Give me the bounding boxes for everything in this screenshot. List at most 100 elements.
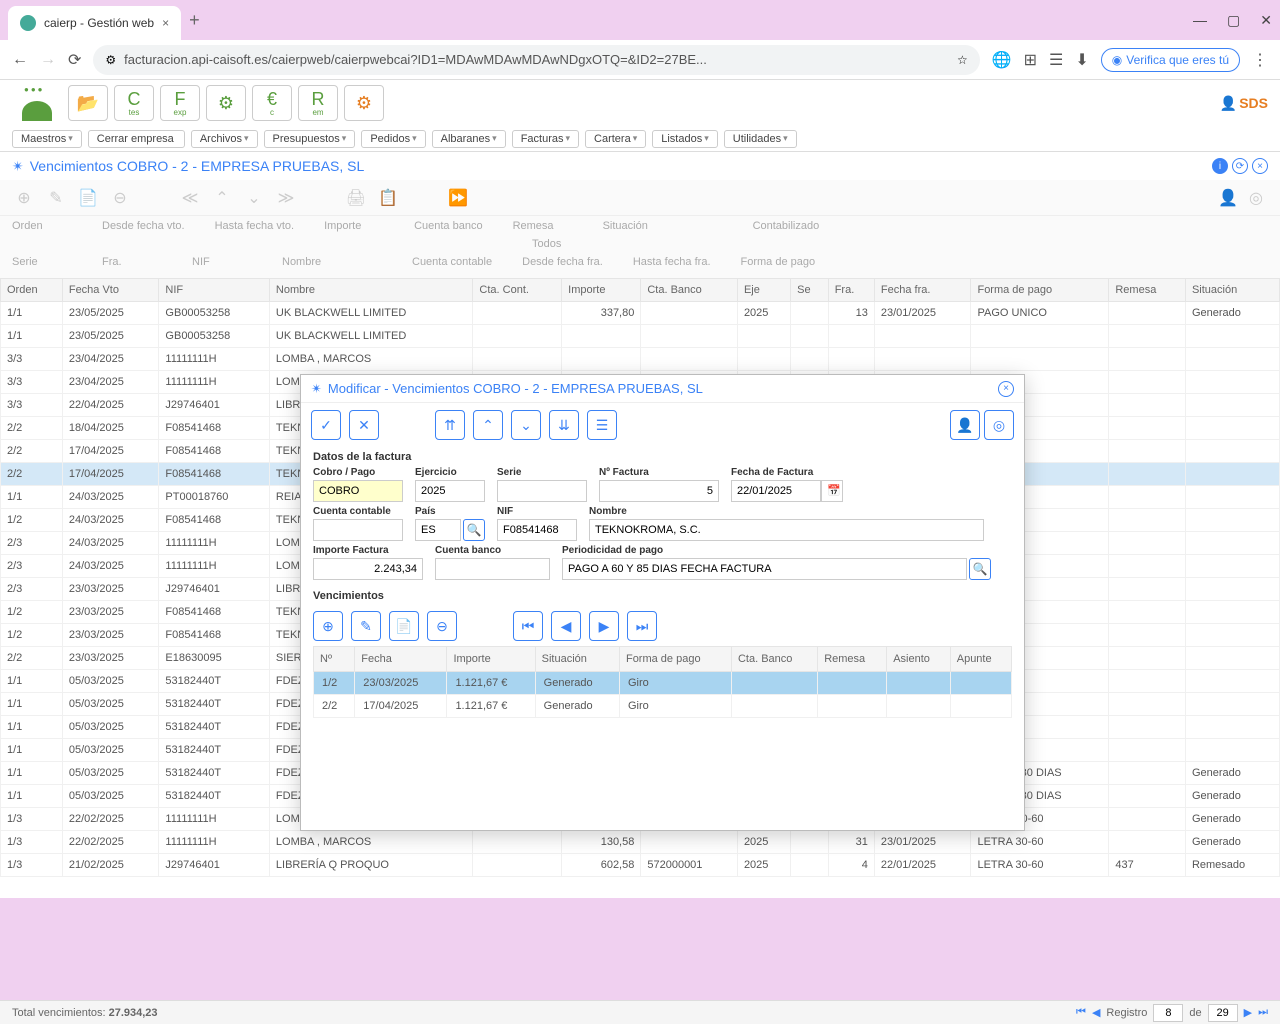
column-header[interactable]: Nombre xyxy=(269,279,473,302)
star-icon[interactable]: ☆ xyxy=(957,53,968,67)
n-factura-field[interactable] xyxy=(599,480,719,502)
column-header[interactable]: Apunte xyxy=(950,647,1011,672)
pais-field[interactable] xyxy=(415,519,461,541)
page-last-icon[interactable]: ⏭ xyxy=(1258,1006,1268,1019)
browser-tab[interactable]: caierp - Gestión web × xyxy=(8,6,181,40)
extensions-icon[interactable]: ⊞ xyxy=(1024,50,1037,70)
column-header[interactable]: Importe xyxy=(562,279,641,302)
search-pais-icon[interactable]: 🔍 xyxy=(463,519,485,541)
toolbar-button[interactable]: ⚙ xyxy=(344,85,384,121)
last-vto-button[interactable]: ⏭ xyxy=(627,611,657,641)
page-prev-icon[interactable]: ◀ xyxy=(1092,1006,1100,1019)
menu-listados[interactable]: Listados xyxy=(652,130,718,148)
toolbar-button[interactable]: Rem xyxy=(298,85,338,121)
column-header[interactable]: Remesa xyxy=(818,647,887,672)
sds-modal-icon[interactable]: ◎ xyxy=(984,410,1014,440)
maximize-icon[interactable]: ▢ xyxy=(1227,12,1240,29)
table-row[interactable]: 1/322/02/202511111111HLOMBA , MARCOS130,… xyxy=(1,831,1280,854)
cuenta-contable-field[interactable] xyxy=(313,519,403,541)
user-modal-icon[interactable]: 👤 xyxy=(950,410,980,440)
column-header[interactable]: Situación xyxy=(535,647,619,672)
column-header[interactable]: Importe xyxy=(447,647,535,672)
equalizer-icon[interactable]: ☰ xyxy=(1049,50,1063,70)
toolbar-button[interactable]: ⚙ xyxy=(206,85,246,121)
table-row[interactable]: 1/123/05/2025GB00053258UK BLACKWELL LIMI… xyxy=(1,325,1280,348)
prev-button[interactable]: ⌃ xyxy=(473,410,503,440)
table-row[interactable]: 2/217/04/20251.121,67 €GeneradoGiro xyxy=(314,695,1012,718)
site-settings-icon[interactable]: ⚙ xyxy=(105,53,116,67)
delete-vto-button[interactable]: ⊖ xyxy=(427,611,457,641)
export-icon[interactable]: 📋 xyxy=(376,186,400,210)
first-icon[interactable]: ≪ xyxy=(178,186,202,210)
edit-vto-button[interactable]: ✎ xyxy=(351,611,381,641)
calendar-icon[interactable]: 📅 xyxy=(821,480,843,502)
column-header[interactable]: Fra. xyxy=(828,279,874,302)
user-icon[interactable]: 👤 xyxy=(1216,186,1240,210)
cancel-button[interactable]: ✕ xyxy=(349,410,379,440)
sds-button[interactable]: 👤SDS xyxy=(1220,95,1268,112)
record-current[interactable] xyxy=(1153,1004,1183,1022)
column-header[interactable]: Nº xyxy=(314,647,355,672)
menu-facturas[interactable]: Facturas xyxy=(512,130,579,148)
column-header[interactable]: Fecha Vto xyxy=(62,279,159,302)
next-vto-button[interactable]: ▶ xyxy=(589,611,619,641)
print-icon[interactable]: 🖨 xyxy=(344,186,368,210)
toolbar-button[interactable]: Fexp xyxy=(160,85,200,121)
cuenta-banco-field[interactable] xyxy=(435,558,550,580)
back-icon[interactable]: ← xyxy=(12,51,28,69)
menu-cartera[interactable]: Cartera xyxy=(585,130,646,148)
first-vto-button[interactable]: ⏮ xyxy=(513,611,543,641)
table-row[interactable]: 1/123/05/2025GB00053258UK BLACKWELL LIMI… xyxy=(1,302,1280,325)
table-row[interactable]: 3/323/04/202511111111HLOMBA , MARCOS xyxy=(1,348,1280,371)
column-header[interactable]: Asiento xyxy=(887,647,951,672)
serie-field[interactable] xyxy=(497,480,587,502)
column-header[interactable]: Remesa xyxy=(1109,279,1186,302)
column-header[interactable]: Orden xyxy=(1,279,63,302)
column-header[interactable]: Forma de pago xyxy=(971,279,1109,302)
column-header[interactable]: Se xyxy=(791,279,829,302)
importe-field[interactable] xyxy=(313,558,423,580)
column-header[interactable]: Cta. Cont. xyxy=(473,279,562,302)
app-logo[interactable] xyxy=(12,85,62,121)
column-header[interactable]: Cta. Banco xyxy=(641,279,738,302)
last-icon[interactable]: ≫ xyxy=(274,186,298,210)
delete-icon[interactable]: ⊖ xyxy=(108,186,132,210)
menu-cerrar empresa[interactable]: Cerrar empresa xyxy=(88,130,185,148)
search-periodicidad-icon[interactable]: 🔍 xyxy=(969,558,991,580)
prev-vto-button[interactable]: ◀ xyxy=(551,611,581,641)
table-row[interactable]: 1/321/02/2025J29746401LIBRERÍA Q PROQUO6… xyxy=(1,854,1280,877)
new-tab-button[interactable]: + xyxy=(189,10,200,31)
refresh-button[interactable]: ⟳ xyxy=(1232,158,1248,174)
page-next-icon[interactable]: ▶ xyxy=(1244,1006,1252,1019)
ejercicio-field[interactable] xyxy=(415,480,485,502)
list-button[interactable]: ☰ xyxy=(587,410,617,440)
menu-maestros[interactable]: Maestros xyxy=(12,130,82,148)
confirm-button[interactable]: ✓ xyxy=(311,410,341,440)
help-button[interactable]: i xyxy=(1212,158,1228,174)
close-button[interactable]: × xyxy=(1252,158,1268,174)
toolbar-button[interactable]: €c xyxy=(252,85,292,121)
menu-utilidades[interactable]: Utilidades xyxy=(724,130,797,148)
modal-close-icon[interactable]: × xyxy=(998,381,1014,397)
table-row[interactable]: 1/223/03/20251.121,67 €GeneradoGiro xyxy=(314,672,1012,695)
column-header[interactable]: Fecha fra. xyxy=(874,279,971,302)
toolbar-button[interactable]: 📂 xyxy=(68,85,108,121)
add-vto-button[interactable]: ⊕ xyxy=(313,611,343,641)
globe-icon[interactable]: 🌐 xyxy=(992,50,1012,70)
nombre-field[interactable] xyxy=(589,519,984,541)
forward-action-icon[interactable]: ⏩ xyxy=(446,186,470,210)
first-button[interactable]: ⇈ xyxy=(435,410,465,440)
forward-icon[interactable]: → xyxy=(40,51,56,69)
minimize-icon[interactable]: — xyxy=(1193,12,1207,29)
verify-button[interactable]: ◉ Verifica que eres tú xyxy=(1101,48,1240,72)
sds-icon[interactable]: ◎ xyxy=(1244,186,1268,210)
menu-pedidos[interactable]: Pedidos xyxy=(361,130,425,148)
next-button[interactable]: ⌄ xyxy=(511,410,541,440)
menu-presupuestos[interactable]: Presupuestos xyxy=(264,130,356,148)
vencimientos-grid[interactable]: NºFechaImporteSituaciónForma de pagoCta.… xyxy=(313,646,1012,718)
window-close-icon[interactable]: ✕ xyxy=(1260,12,1272,29)
close-icon[interactable]: × xyxy=(162,16,169,30)
reload-icon[interactable]: ⟳ xyxy=(68,50,81,70)
cobro-pago-field[interactable] xyxy=(313,480,403,502)
column-header[interactable]: Eje xyxy=(737,279,790,302)
